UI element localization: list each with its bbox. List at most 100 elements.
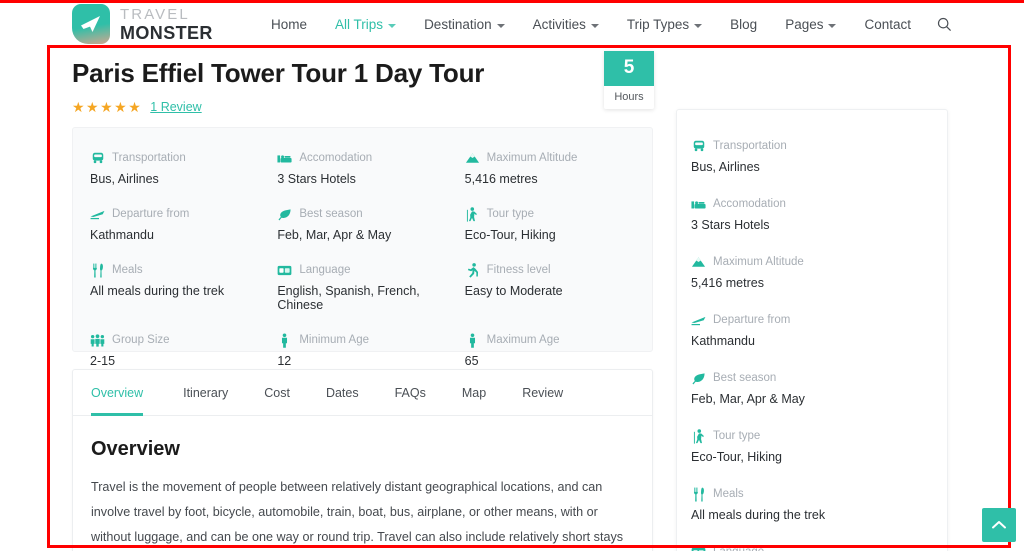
fact-label: Transportation — [112, 152, 186, 164]
language-icon — [691, 545, 706, 551]
bus-icon — [90, 151, 105, 166]
nav-item-contact[interactable]: Contact — [850, 17, 925, 32]
fact-label: Accomodation — [713, 198, 786, 210]
fact-value: Easy to Moderate — [464, 284, 563, 298]
fact-label: Fitness level — [486, 264, 551, 276]
fact-value: 12 — [277, 354, 292, 368]
fact-label: Group Size — [112, 334, 170, 346]
fact-value: English, Spanish, French, Chinese — [277, 284, 420, 312]
main-navigation: Home All Trips Destination Activities Tr… — [257, 0, 952, 49]
tour-fact: Accomodation 3 Stars Hotels — [277, 150, 464, 186]
bus-icon — [691, 139, 706, 154]
tour-fact: Maximum Age 65 — [465, 332, 652, 368]
tour-fact: Meals All meals during the trek — [90, 262, 277, 312]
star-rating-icon: ★★★★★ — [72, 98, 143, 115]
duration-value: 5 — [604, 51, 654, 86]
nav-item-pages[interactable]: Pages — [771, 17, 850, 32]
fact-header: Tour type — [691, 428, 939, 444]
fact-value: 5,416 metres — [691, 276, 764, 290]
fact-header: Accomodation — [691, 196, 939, 212]
fact-label: Language — [299, 264, 351, 276]
page-title: Paris Effiel Tower Tour 1 Day Tour — [72, 58, 485, 88]
fact-value: Bus, Airlines — [90, 172, 159, 186]
tab-overview[interactable]: Overview — [89, 370, 165, 416]
fact-label: Meals — [112, 264, 143, 276]
tour-details-card: Overview Itinerary Cost Dates FAQs Map Review … — [72, 369, 653, 551]
overview-heading: Overview — [91, 438, 180, 460]
nav-label: Trip Types — [626, 17, 690, 32]
nav-label: Pages — [785, 17, 824, 32]
page-root: TRAVEL MONSTER Home All Trips Destinatio… — [0, 0, 1024, 551]
fact-header: Meals — [691, 486, 939, 502]
tab-dates[interactable]: Dates — [308, 370, 377, 416]
scroll-to-top-button[interactable] — [982, 508, 1016, 542]
tour-fact: Minimum Age 12 — [277, 332, 464, 368]
nav-item-destination[interactable]: Destination — [410, 17, 519, 32]
hiker-icon — [691, 428, 706, 444]
search-icon[interactable] — [925, 17, 952, 32]
chevron-down-icon — [388, 23, 397, 28]
nav-item-activities[interactable]: Activities — [519, 17, 613, 32]
fact-value: 5,416 metres — [464, 172, 538, 186]
tour-fact: Language English, Spanish, French, Chines… — [277, 262, 464, 312]
fact-value: Eco-Tour, Hiking — [691, 450, 783, 464]
fact-header: Meals — [90, 262, 269, 278]
fact-value: All meals during the trek — [691, 508, 826, 522]
nav-item-all-trips[interactable]: All Trips — [321, 17, 410, 32]
fact-label: Meals — [713, 488, 744, 500]
fact-header: Group Size — [90, 332, 269, 348]
nav-item-trip-types[interactable]: Trip Types — [613, 17, 716, 32]
tab-itinerary[interactable]: Itinerary — [165, 370, 246, 416]
fact-value: Kathmandu — [691, 334, 755, 348]
tab-map[interactable]: Map — [444, 370, 504, 416]
fact-header: Departure from — [691, 312, 939, 328]
plane-icon — [691, 313, 706, 328]
fact-label: Accomodation — [299, 152, 373, 164]
runner-icon — [465, 262, 480, 278]
nav-label: Contact — [864, 17, 911, 32]
nav-item-home[interactable]: Home — [257, 17, 321, 32]
mountain-icon — [691, 255, 706, 270]
sidebar-fact: Maximum Altitude 5,416 metres — [691, 254, 947, 290]
chevron-down-icon — [496, 23, 505, 28]
site-logo[interactable]: TRAVEL MONSTER — [72, 4, 213, 44]
tour-fact: Group Size 2-15 — [90, 332, 277, 368]
sidebar-fact: Departure from Kathmandu — [691, 312, 947, 348]
nav-label: Home — [271, 17, 308, 32]
fact-label: Best season — [299, 208, 363, 220]
review-count-link[interactable]: 1 Review — [150, 100, 201, 114]
fact-label: Best season — [713, 372, 777, 384]
nav-item-blog[interactable]: Blog — [716, 17, 771, 32]
fact-header: Best season — [691, 370, 939, 386]
nav-label: Activities — [532, 17, 586, 32]
sidebar-fact: Best season Feb, Mar, Apr & May — [691, 370, 947, 406]
chevron-down-icon — [694, 23, 703, 28]
fact-header: Language — [691, 544, 939, 551]
fact-header: Transportation — [90, 150, 269, 166]
fact-value: 2-15 — [90, 354, 116, 368]
tab-review[interactable]: Review — [504, 370, 581, 416]
top-accent-line — [0, 0, 1024, 3]
fact-label: Maximum Altitude — [486, 152, 578, 164]
sidebar-fact: Meals All meals during the trek — [691, 486, 947, 522]
page-body: Paris Effiel Tower Tour 1 Day Tour ★★★★★… — [0, 49, 1024, 551]
tour-fact: Transportation Bus, Airlines — [90, 150, 277, 186]
tab-faqs[interactable]: FAQs — [377, 370, 444, 416]
leaf-icon — [691, 371, 706, 386]
fact-value: 3 Stars Hotels — [691, 218, 770, 232]
fact-value: Feb, Mar, Apr & May — [691, 392, 805, 406]
fact-label: Departure from — [713, 314, 791, 326]
fact-value: All meals during the trek — [90, 284, 225, 298]
tour-fact: Maximum Altitude 5,416 metres — [465, 150, 652, 186]
bed-icon — [277, 151, 292, 166]
group-icon — [90, 333, 105, 348]
airplane-icon — [72, 4, 110, 44]
chevron-down-icon — [590, 23, 599, 28]
fact-header: Departure from — [90, 206, 269, 222]
hiker-icon — [465, 206, 480, 222]
tab-bar: Overview Itinerary Cost Dates FAQs Map Review — [73, 370, 652, 416]
tour-facts-sidebar: Transportation Bus, Airlines Accomodation 3… — [676, 109, 948, 551]
fact-label: Language — [713, 546, 764, 551]
fact-label: Maximum Altitude — [713, 256, 804, 268]
tab-cost[interactable]: Cost — [246, 370, 308, 416]
